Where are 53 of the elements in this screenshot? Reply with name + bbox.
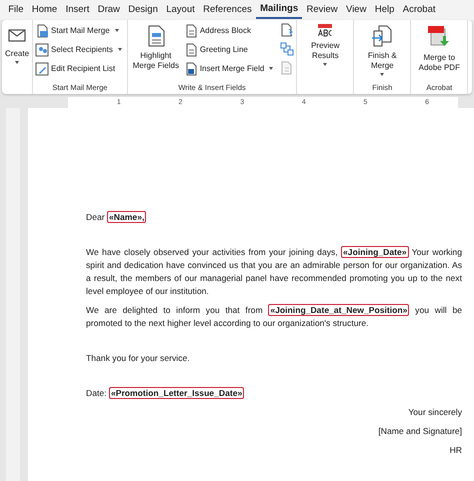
- caret-icon: [323, 63, 328, 66]
- update-labels-icon: [280, 61, 294, 75]
- caret-icon: [15, 61, 19, 64]
- ribbon-tab[interactable]: Review: [302, 0, 342, 20]
- ribbon-tab[interactable]: File: [4, 0, 28, 20]
- caret-icon: [269, 67, 274, 70]
- ribbon-tab[interactable]: References: [198, 0, 256, 20]
- ribbon-tab[interactable]: View: [342, 0, 371, 20]
- ribbon-button[interactable]: Preview Results: [299, 22, 352, 70]
- ribbon-button[interactable]: Edit Recipient List: [35, 60, 125, 77]
- match-fields-icon: [280, 42, 294, 56]
- document-icon: [184, 24, 198, 38]
- caret-icon: [380, 73, 384, 76]
- ribbon-icon-button[interactable]: [280, 22, 294, 38]
- letter-paragraph: We have closely observed your activities from your joining days, «Joining_Date» Your working spirit and dedication have convinced us that you are an admirable person for our organization. As a result, the members of our managerial panel have recommended promoting you up to the next level employee of our institution.: [86, 246, 462, 298]
- document-icon: [184, 62, 198, 76]
- ribbon-button[interactable]: Create: [4, 22, 30, 68]
- ribbon-button[interactable]: Select Recipients: [35, 41, 125, 58]
- merge-field: «Promotion_Letter_Issue_Date»: [108, 387, 244, 399]
- document-icon: [184, 42, 198, 56]
- ribbon-button[interactable]: Address Block: [184, 22, 276, 39]
- ribbon-button[interactable]: Insert Merge Field: [184, 60, 276, 77]
- ribbon-button[interactable]: Merge to Adobe PDF: [413, 22, 466, 75]
- people-list-icon: [35, 42, 50, 56]
- document-lightning-icon: [280, 23, 294, 37]
- ribbon-button[interactable]: Greeting Line: [184, 41, 276, 58]
- letter-paragraph: Date: «Promotion_Letter_Issue_Date»: [86, 387, 246, 400]
- edit-list-icon: [35, 62, 50, 76]
- ribbon-icon-button[interactable]: [280, 41, 294, 57]
- caret-icon: [118, 48, 122, 51]
- letter-paragraph: Your sincerely: [407, 406, 462, 419]
- ribbon-button[interactable]: Start Mail Merge: [35, 22, 125, 39]
- letter-paragraph: Dear «Name»,: [86, 211, 148, 224]
- merge-field: «Joining_Date_at_New_Position»: [268, 304, 410, 316]
- ribbon-tab[interactable]: Design: [124, 0, 162, 20]
- ribbon-tab[interactable]: Acrobat: [398, 0, 440, 20]
- letter-paragraph: HR: [448, 444, 462, 457]
- caret-icon: [114, 29, 119, 32]
- finish-merge-icon: [370, 24, 394, 48]
- document-envelope-icon: [35, 24, 50, 38]
- ribbon-button[interactable]: Finish & Merge: [356, 22, 408, 80]
- merge-field: «Name»,: [107, 211, 146, 223]
- ribbon-tab[interactable]: Help: [370, 0, 399, 20]
- ribbon-tab[interactable]: Insert: [61, 0, 94, 20]
- letter-paragraph: We are delighted to inform you that from «Joining_Date_at_New_Position» you will be promoted to the next higher level according to our organization's structure.: [86, 304, 462, 330]
- ribbon-button[interactable]: Highlight Merge Fields: [130, 22, 182, 73]
- letter-paragraph: Thank you for your service.: [86, 352, 191, 365]
- ribbon-tab[interactable]: Draw: [94, 0, 124, 20]
- ribbon-tab[interactable]: Layout: [162, 0, 199, 20]
- preview-abc-icon: [318, 24, 332, 38]
- ribbon-tab[interactable]: Home: [28, 0, 62, 20]
- letter-paragraph: [Name and Signature]: [377, 425, 462, 438]
- merge-field: «Joining_Date»: [341, 246, 409, 258]
